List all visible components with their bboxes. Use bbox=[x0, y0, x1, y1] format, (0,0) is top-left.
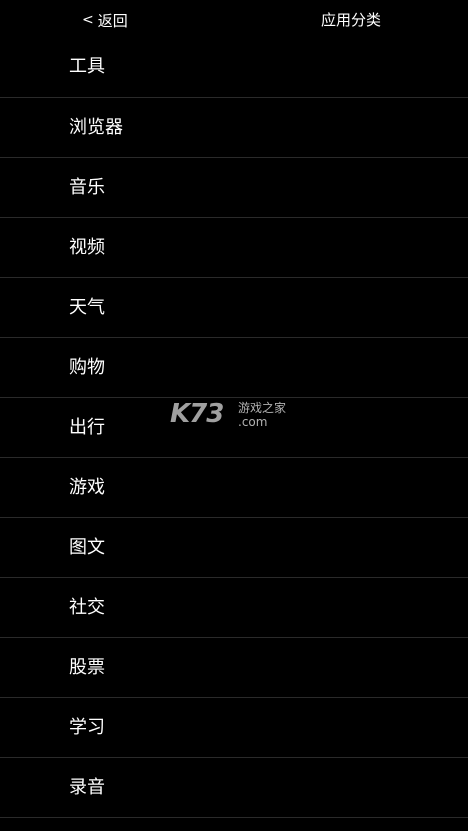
category-item-video[interactable]: 视频 bbox=[0, 218, 468, 278]
watermark-domain: .com bbox=[238, 415, 268, 429]
category-item-browser[interactable]: 浏览器 bbox=[0, 98, 468, 158]
category-label: 图文 bbox=[69, 537, 105, 558]
category-item-shopping[interactable]: 购物 bbox=[0, 338, 468, 398]
category-item-music[interactable]: 音乐 bbox=[0, 158, 468, 218]
category-label: 录音 bbox=[69, 777, 105, 798]
category-item-tools[interactable]: 工具 bbox=[0, 38, 468, 98]
category-label: 音乐 bbox=[69, 177, 105, 198]
watermark-brand: K73 bbox=[170, 399, 224, 429]
category-label: 股票 bbox=[69, 657, 105, 678]
category-label: 工具 bbox=[69, 56, 105, 77]
category-item-learning[interactable]: 学习 bbox=[0, 698, 468, 758]
category-item-weather[interactable]: 天气 bbox=[0, 278, 468, 338]
category-label: 天气 bbox=[69, 297, 105, 318]
category-item-games[interactable]: 游戏 bbox=[0, 458, 468, 518]
category-item-recording[interactable]: 录音 bbox=[0, 758, 468, 818]
category-item-graphics[interactable]: 图文 bbox=[0, 518, 468, 578]
page-title: 应用分类 bbox=[321, 11, 382, 29]
category-item-stocks[interactable]: 股票 bbox=[0, 638, 468, 698]
watermark-subtitle: 游戏之家 bbox=[238, 401, 287, 415]
category-label: 游戏 bbox=[69, 477, 105, 498]
watermark-logo: K73 游戏之家 .com bbox=[170, 398, 300, 432]
app-category-screen: < 返回 应用分类 工具 浏览器 音乐 视频 天气 购物 出行 游戏 图文 社交… bbox=[0, 0, 468, 831]
category-label: 学习 bbox=[69, 717, 105, 738]
category-label: 视频 bbox=[69, 237, 105, 258]
back-button[interactable]: < 返回 bbox=[82, 9, 128, 31]
chevron-left-icon: < bbox=[82, 12, 94, 28]
category-label: 浏览器 bbox=[69, 117, 123, 138]
back-label: 返回 bbox=[97, 11, 128, 30]
category-label: 购物 bbox=[69, 357, 105, 378]
header-bar: < 返回 应用分类 bbox=[0, 0, 468, 38]
category-item-social[interactable]: 社交 bbox=[0, 578, 468, 638]
category-label: 社交 bbox=[69, 597, 105, 618]
category-label: 出行 bbox=[69, 417, 105, 438]
